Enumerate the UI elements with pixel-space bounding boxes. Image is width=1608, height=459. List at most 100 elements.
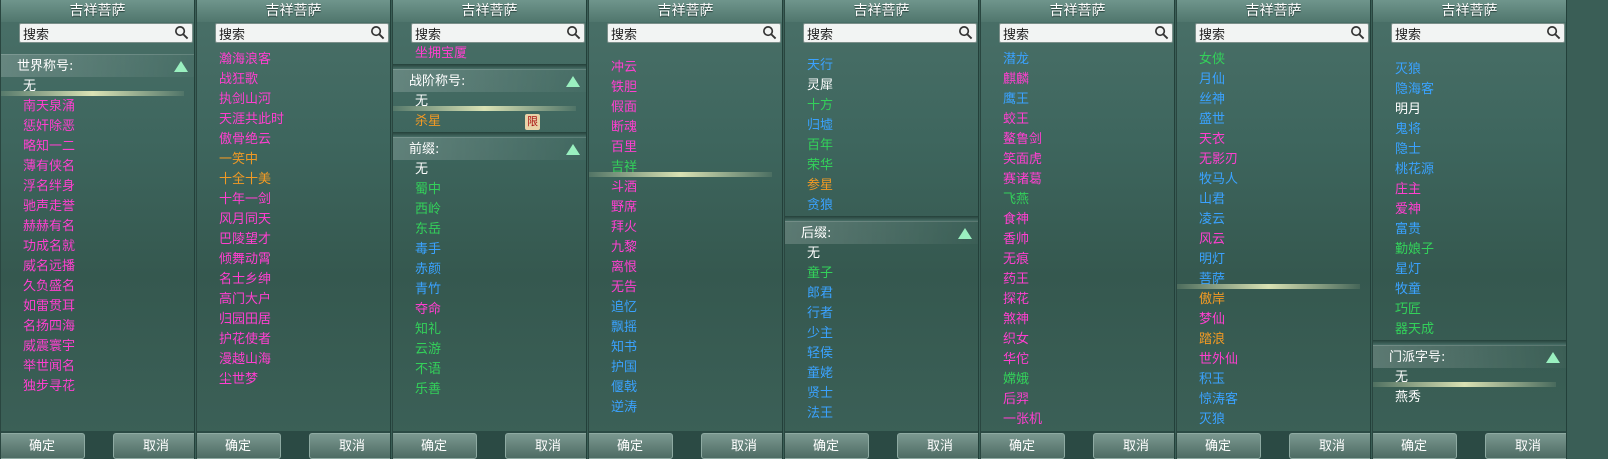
collapse-triangle-icon[interactable] [958,228,972,239]
search-box[interactable] [215,23,389,45]
list-item[interactable]: 巴陵望才 [197,230,390,250]
list-item[interactable]: 惩奸除恶 [1,117,194,137]
list-item[interactable]: 薄有侠名 [1,157,194,177]
list-item[interactable]: 高门大户 [197,290,390,310]
list-item[interactable]: 护花使者 [197,330,390,350]
search-box[interactable] [19,23,193,45]
list-item[interactable]: 菩萨 [1177,270,1370,290]
list-item[interactable]: 笑面虎 [981,150,1174,170]
list-item[interactable]: 追忆 [589,298,782,318]
list-item[interactable]: 功成名就 [1,237,194,257]
search-icon[interactable] [1154,25,1169,40]
list-item[interactable]: 蜀中 [393,180,586,200]
list-item[interactable]: 无 [393,92,586,112]
list-item[interactable]: 无 [785,244,978,264]
search-input[interactable] [804,26,954,45]
search-input[interactable] [20,26,170,45]
list-item[interactable]: 驰声走誉 [1,197,194,217]
list-item[interactable]: 举世闻名 [1,357,194,377]
list-item[interactable]: 天衣 [1177,130,1370,150]
list-item[interactable]: 东岳 [393,220,586,240]
cancel-button[interactable]: 取消 [309,433,390,459]
search-icon[interactable] [370,25,385,40]
list-item[interactable]: 百年 [785,136,978,156]
list-item[interactable]: 百里 [589,138,782,158]
list-item[interactable]: 战狂歌 [197,70,390,90]
cancel-button[interactable]: 取消 [1093,433,1174,459]
list-item[interactable]: 月仙 [1177,70,1370,90]
search-input[interactable] [1000,26,1150,45]
list-item[interactable]: 富贵 [1373,220,1566,240]
list-item[interactable]: 浮名绊身 [1,177,194,197]
list-item[interactable]: 归墟 [785,116,978,136]
list-item[interactable]: 后羿 [981,390,1174,410]
list-item[interactable]: 十方 [785,96,978,116]
search-icon[interactable] [174,25,189,40]
list-item[interactable]: 知书 [589,338,782,358]
list-item[interactable]: 独步寻花 [1,377,194,397]
list-item[interactable]: 灭狼 [1177,410,1370,430]
search-box[interactable] [999,23,1173,45]
list-item[interactable]: 丝神 [1177,90,1370,110]
list-item[interactable]: 九黎 [589,238,782,258]
search-input[interactable] [412,26,562,45]
list-item[interactable]: 赤颜 [393,260,586,280]
list-item[interactable]: 野席 [589,198,782,218]
list-item[interactable]: 世外仙 [1177,350,1370,370]
search-icon[interactable] [1546,25,1561,40]
list-item[interactable]: 无 [1,77,194,97]
search-input[interactable] [216,26,366,45]
list-item[interactable]: 牧马人 [1177,170,1370,190]
list-item[interactable]: 郎君 [785,284,978,304]
list-item[interactable]: 西岭 [393,200,586,220]
list-item[interactable]: 飘摇 [589,318,782,338]
list-item[interactable]: 倾舞动霄 [197,250,390,270]
list-item[interactable]: 隐海客 [1373,80,1566,100]
search-icon[interactable] [566,25,581,40]
list-item[interactable]: 久负盛名 [1,277,194,297]
list-item[interactable]: 杀星 限 [393,112,586,132]
search-input[interactable] [1196,26,1346,45]
list-item[interactable]: 离恨 [589,258,782,278]
list-item[interactable]: 天涯共此时 [197,110,390,130]
confirm-button[interactable]: 确定 [589,433,673,459]
list-item[interactable]: 食神 [981,210,1174,230]
list-item[interactable]: 踏浪 [1177,330,1370,350]
list-item[interactable]: 贪狼 [785,196,978,216]
list-item[interactable]: 知礼 [393,320,586,340]
list-item[interactable]: 少主 [785,324,978,344]
list-item[interactable]: 风月同天 [197,210,390,230]
confirm-button[interactable]: 确定 [981,433,1065,459]
list-item[interactable]: 威名远播 [1,257,194,277]
cancel-button[interactable]: 取消 [897,433,978,459]
list-item[interactable]: 灵犀 [785,76,978,96]
list-item[interactable]: 无告 [589,278,782,298]
collapse-triangle-icon[interactable] [1546,352,1560,363]
list-item[interactable]: 拜火 [589,218,782,238]
collapse-triangle-icon[interactable] [566,144,580,155]
list-item[interactable]: 轻侯 [785,344,978,364]
list-item[interactable]: 执剑山河 [197,90,390,110]
cancel-button[interactable]: 取消 [505,433,586,459]
list-item[interactable]: 星灯 [1373,260,1566,280]
search-icon[interactable] [958,25,973,40]
list-item[interactable]: 傲骨绝云 [197,130,390,150]
list-item[interactable]: 鹰王 [981,90,1174,110]
list-item[interactable]: 乐善 [393,380,586,400]
list-item[interactable]: 夺命 [393,300,586,320]
list-item[interactable]: 断魂 [589,118,782,138]
list-item[interactable]: 无痕 [981,250,1174,270]
confirm-button[interactable]: 确定 [785,433,869,459]
confirm-button[interactable]: 确定 [1177,433,1261,459]
list-item[interactable]: 麒麟 [981,70,1174,90]
list-item[interactable]: 巧匠 [1373,300,1566,320]
list-item[interactable]: 斗酒 [589,178,782,198]
list-item[interactable]: 法王 [785,404,978,424]
list-item[interactable]: 飞燕 [981,190,1174,210]
list-item[interactable]: 赛诸葛 [981,170,1174,190]
list-item[interactable]: 冲云 [589,58,782,78]
list-item[interactable]: 毒手 [393,240,586,260]
search-icon[interactable] [1350,25,1365,40]
list-item[interactable]: 云游 [393,340,586,360]
confirm-button[interactable]: 确定 [393,433,477,459]
